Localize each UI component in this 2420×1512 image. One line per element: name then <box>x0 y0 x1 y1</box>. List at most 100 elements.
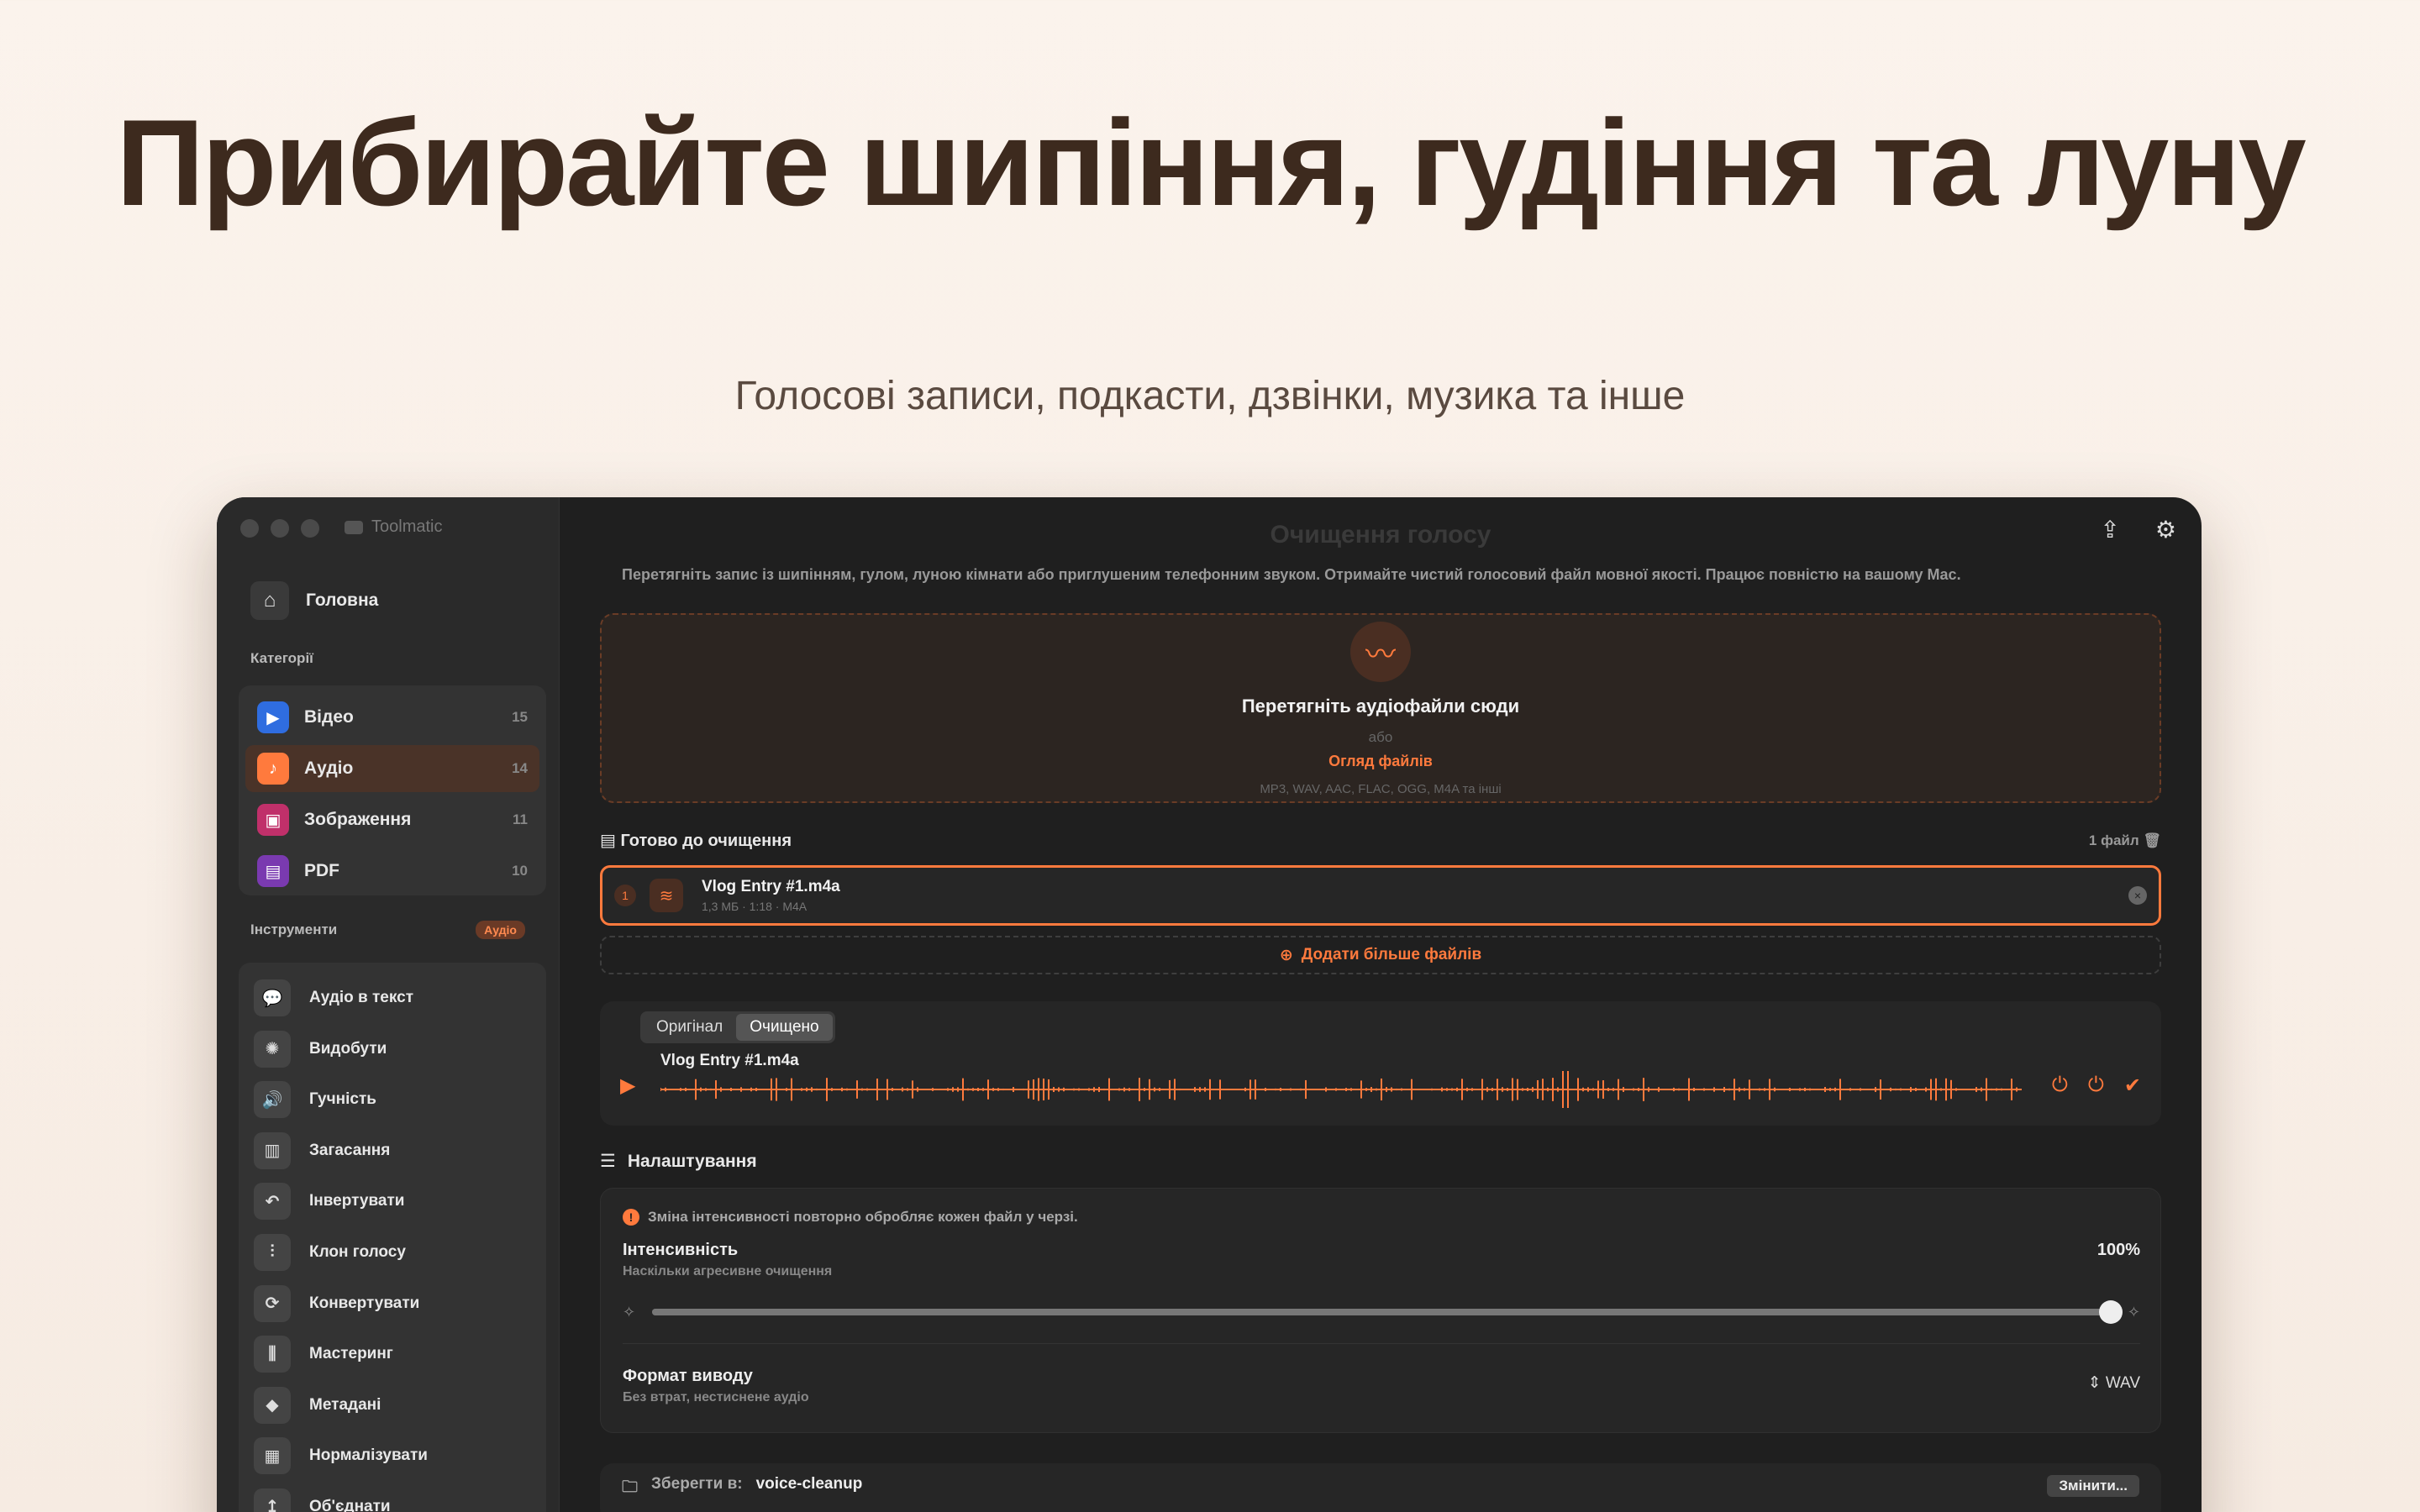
gear-icon[interactable]: ⚙ <box>2155 516 2176 543</box>
file-index: 1 <box>614 885 636 906</box>
drop-or: або <box>1368 729 1393 745</box>
waveform-icon: ✺ <box>254 1030 291 1068</box>
save-location: 🗀 Зберегти в: voice-cleanup Змінити... <box>600 1463 2161 1512</box>
check-circle-icon[interactable]: ✔ <box>2124 1074 2141 1098</box>
sliders-icon: ☰ <box>600 1152 616 1171</box>
sidebar-tool-item[interactable]: ⫶ Клон голосу <box>254 1229 531 1276</box>
tab-original[interactable]: Оригінал <box>643 1014 736 1041</box>
drop-title: Перетягніть аудіофайли сюди <box>1241 696 1520 717</box>
queue-count: 1 файл 🗑 <box>2089 832 2161 849</box>
app-window: Toolmatic ⌂ Головна Категорії ▶ Відео 15 ♪ А… <box>217 497 2202 1512</box>
sidebar-item-label: Мастеринг <box>309 1345 393 1363</box>
power-icon[interactable]: ⏻ <box>2052 1074 2068 1098</box>
video-icon: ▶ <box>257 701 289 733</box>
format-label: Формат виводу <box>623 1367 753 1385</box>
supported-formats: MP3, WAV, AAC, FLAC, OGG, M4A та інші <box>1260 782 1502 796</box>
add-more-label: Додати більше файлів <box>1301 946 1482 963</box>
category-count: 11 <box>513 811 528 827</box>
close-window-button[interactable] <box>240 519 259 538</box>
category-count: 10 <box>512 863 528 879</box>
sidebar-tool-item[interactable]: ↶ Інвертувати <box>254 1178 531 1225</box>
sidebar-item-label: PDF <box>304 861 339 880</box>
sidebar-item-home[interactable]: ⌂ Головна <box>250 581 378 620</box>
sidebar-tool-item[interactable]: ⟳ Конвертувати <box>254 1280 531 1327</box>
fade-icon: ▥ <box>254 1131 291 1169</box>
format-description: Без втрат, нестиснене аудіо <box>623 1390 809 1404</box>
audio-player: Оригінал Очищено Vlog Entry #1.m4a ▶ ⏻ ⏻… <box>600 1001 2161 1126</box>
sidebar-tool-item[interactable]: ⫼ Мастеринг <box>254 1331 531 1378</box>
voice-clone-icon: ⫶ <box>254 1233 291 1271</box>
waveform[interactable] <box>660 1068 2022 1110</box>
category-count: 15 <box>512 709 528 725</box>
save-folder: voice-cleanup <box>755 1475 863 1493</box>
browse-files-link[interactable]: Огляд файлів <box>602 753 2160 770</box>
sidebar-tool-item[interactable]: ✺ Видобути <box>254 1026 531 1073</box>
sidebar-item-label: Конвертувати <box>309 1294 420 1312</box>
sidebar-item-label: Метадані <box>309 1395 381 1414</box>
warning-note: ! Зміна інтенсивності повторно обробляє … <box>623 1209 1078 1226</box>
sidebar-item-label: Аудіо <box>304 759 354 778</box>
page-title: Очищення голосу <box>1270 521 1491 549</box>
sidebar-category-item[interactable]: ♪ Аудіо 14 <box>245 745 539 792</box>
slider-fill <box>652 1309 2111 1315</box>
sidebar-category-item[interactable]: ▤ PDF 10 <box>245 848 539 895</box>
undo-icon: ↶ <box>254 1183 291 1221</box>
tools-filter-badge: Аудіо <box>476 921 525 939</box>
sidebar-category-item[interactable]: ▣ Зображення 11 <box>245 796 539 843</box>
categories-list: ▶ Відео 15 ♪ Аудіо 14 ▣ Зображення 11 ▤ PDF 10 <box>239 685 546 895</box>
tools-label: Інструменти <box>250 921 338 937</box>
queue-header: ▤ Готово до очищення 1 файл 🗑 <box>600 830 2161 851</box>
zoom-window-button[interactable] <box>301 519 319 538</box>
sidebar-item-label: Інвертувати <box>309 1192 405 1210</box>
page-description: Перетягніть запис із шипінням, гулом, лу… <box>622 566 1961 583</box>
queue-title-label: Готово до очищення <box>620 832 792 850</box>
file-meta: 1,3 МБ · 1:18 · M4A <box>702 900 808 913</box>
categories-label: Категорії <box>250 650 313 666</box>
sidebar-category-item[interactable]: ▶ Відео 15 <box>245 694 539 741</box>
sidebar-tool-item[interactable]: 🔊 Гучність <box>254 1076 531 1123</box>
speech-bubble-icon: 💬 <box>254 979 291 1016</box>
sidebar-tool-item[interactable]: ▥ Загасання <box>254 1127 531 1174</box>
mastering-icon: ⫼ <box>254 1336 291 1373</box>
tag-icon: ◆ <box>254 1386 291 1424</box>
sidebar-item-label: Об'єднати <box>309 1497 391 1512</box>
add-more-files-button[interactable]: ⊕ Додати більше файлів <box>600 936 2161 974</box>
file-count: 1 файл <box>2088 832 2139 848</box>
sidebar-item-label: Аудіо в текст <box>309 989 414 1006</box>
merge-icon: ↥ <box>254 1488 291 1512</box>
sidebar-item-label: Відео <box>304 707 354 727</box>
home-icon: ⌂ <box>250 581 289 620</box>
main-panel: Очищення голосу ⇪ ⚙ Перетягніть запис із… <box>560 497 2202 1512</box>
settings-panel: ! Зміна інтенсивності повторно обробляє … <box>600 1188 2161 1433</box>
sidebar-item-label: Гучність <box>309 1090 376 1109</box>
sidebar-tool-item[interactable]: ◆ Метадані <box>254 1382 531 1429</box>
hero-subtitle: Голосові записи, подкасти, дзвінки, музи… <box>734 374 1686 418</box>
minimize-window-button[interactable] <box>271 519 289 538</box>
sidebar-tool-item[interactable]: 💬 Аудіо в текст <box>254 974 531 1021</box>
change-folder-button[interactable]: Змінити... <box>2047 1475 2139 1497</box>
sidebar-item-label: Видобути <box>309 1039 387 1058</box>
play-button[interactable]: ▶ <box>620 1074 635 1098</box>
speaker-icon: 🔊 <box>254 1081 291 1119</box>
file-drop-zone[interactable]: 〰 Перетягніть аудіофайли сюди або Огляд … <box>600 613 2161 803</box>
remove-file-button[interactable]: × <box>2128 886 2147 905</box>
queue-file-row[interactable]: 1 ≋ Vlog Entry #1.m4a 1,3 МБ · 1:18 · M4… <box>600 865 2161 926</box>
category-count: 14 <box>512 760 528 776</box>
sidebar-item-label: Загасання <box>309 1141 391 1159</box>
sidebar-item-label: Клон голосу <box>309 1242 406 1261</box>
format-select[interactable]: ⇕ WAV <box>2088 1373 2140 1393</box>
image-icon: ▣ <box>257 804 289 836</box>
share-icon[interactable]: ⇪ <box>2100 516 2119 543</box>
slider-thumb[interactable] <box>2098 1300 2123 1324</box>
slider-track[interactable] <box>652 1300 2123 1324</box>
window-controls <box>240 519 319 538</box>
sidebar-tool-item[interactable]: ↥ Об'єднати <box>254 1483 531 1512</box>
app-logo-icon <box>345 520 363 534</box>
tab-cleaned[interactable]: Очищено <box>736 1014 833 1041</box>
intensity-slider[interactable]: ✧ ✧ <box>623 1299 2140 1325</box>
trash-icon[interactable]: 🗑 <box>2143 832 2161 848</box>
sidebar-item-label: Нормалізувати <box>309 1446 428 1465</box>
sidebar-tool-item[interactable]: ▦ Нормалізувати <box>254 1432 531 1479</box>
divider <box>623 1343 2140 1344</box>
power-icon[interactable]: ⏻ <box>2088 1074 2104 1098</box>
